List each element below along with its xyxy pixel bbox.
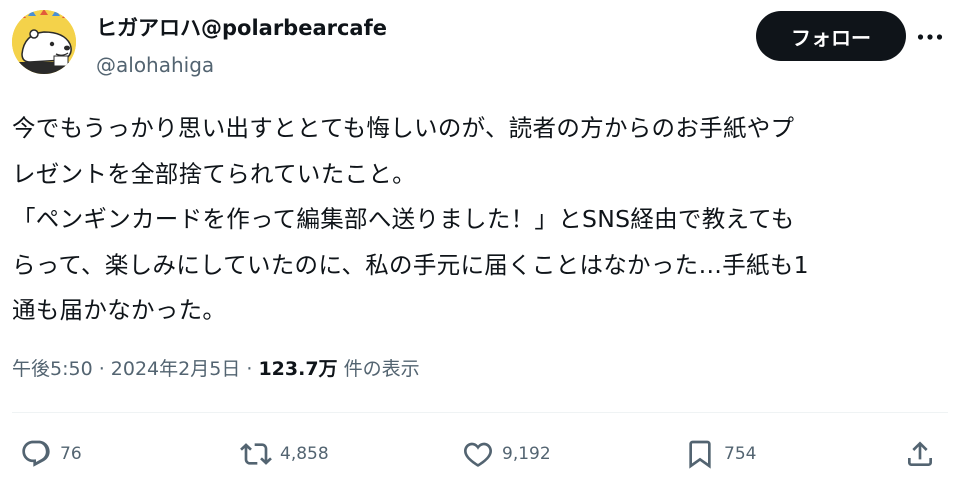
meta-separator: · [240, 358, 259, 380]
views-count: 123.7万 [258, 358, 338, 380]
divider [12, 412, 948, 413]
tweet-line: レゼントを全部捨てられていたこと。 [12, 159, 416, 188]
share-button[interactable] [904, 436, 936, 472]
heart-icon [464, 442, 492, 467]
reply-button[interactable]: 76 [20, 436, 82, 472]
tweet-meta: 午後5:50 · 2024年2月5日 · 123.7万 件の表示 [12, 354, 420, 381]
tweet-header: ヒガアロハ@polarbearcafe @alohahiga フォロー [0, 0, 960, 90]
avatar[interactable] [12, 10, 76, 74]
repost-button[interactable]: 4,858 [240, 436, 329, 472]
like-button[interactable]: 9,192 [462, 436, 551, 472]
tweet-line: らって、楽しみにしていたのに、私の手元に届くことはなかった…手紙も1 [12, 250, 809, 279]
bookmark-icon [689, 440, 711, 469]
share-icon [908, 441, 932, 466]
tweet-date[interactable]: 2024年2月5日 [111, 358, 241, 380]
meta-separator: · [92, 358, 111, 380]
bookmark-button[interactable]: 754 [684, 436, 756, 472]
tweet-line: 「ペンギンカードを作って編集部へ送りました！」とSNS経由で教えても [12, 205, 795, 233]
reply-icon [22, 440, 50, 467]
bookmark-count: 754 [724, 444, 757, 464]
tweet-line: 今でもうっかり思い出すととても悔しいのが、読者の方からのお手紙やプ [12, 114, 795, 142]
follow-button[interactable]: フォロー [756, 11, 906, 61]
reply-count: 76 [60, 444, 82, 464]
repost-count: 4,858 [280, 444, 329, 464]
like-count: 9,192 [502, 444, 551, 464]
tweet-text: 今でもうっかり思い出すととても悔しいのが、読者の方からのお手紙やプ レゼントを全… [12, 106, 947, 334]
user-handle[interactable]: @alohahiga [96, 53, 214, 77]
views-label: 件の表示 [337, 358, 420, 380]
more-options-icon[interactable] [913, 20, 947, 54]
action-bar: 76 4,858 9,192 754 [0, 428, 960, 480]
repost-icon [240, 443, 272, 465]
polar-bear-avatar-icon [12, 10, 76, 74]
tweet-line: 通も届かなかった。 [12, 296, 227, 324]
display-name[interactable]: ヒガアロハ@polarbearcafe [96, 12, 387, 42]
tweet-time[interactable]: 午後5:50 [12, 358, 93, 380]
